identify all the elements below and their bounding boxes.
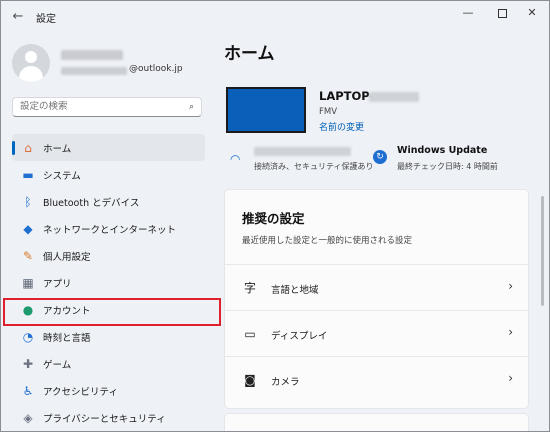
sidebar-item-label: プライバシーとセキュリティ bbox=[43, 414, 166, 425]
recommended-row-camera[interactable]: ◙ カメラ › bbox=[225, 356, 528, 403]
personalization-icon: ✎ bbox=[22, 249, 34, 263]
recommended-row-label: 言語と地域 bbox=[271, 285, 319, 296]
sidebar-item-system[interactable]: ▬ システム bbox=[12, 161, 205, 188]
user-email-redacted bbox=[61, 67, 127, 75]
sidebar-item-personalization[interactable]: ✎ 個人用設定 bbox=[12, 242, 205, 269]
sidebar-item-label: 時刻と言語 bbox=[43, 333, 91, 344]
windows-update-title[interactable]: Windows Update bbox=[397, 145, 487, 156]
recommended-subtitle: 最近使用した設定と一般的に使用される設定 bbox=[242, 236, 413, 246]
avatar[interactable] bbox=[12, 44, 50, 82]
recommended-row-display[interactable]: ▭ ディスプレイ › bbox=[225, 310, 528, 357]
maximize-button[interactable] bbox=[485, 1, 519, 27]
recommended-title: 推奨の設定 bbox=[242, 211, 305, 226]
chevron-right-icon: › bbox=[508, 371, 513, 385]
sidebar-nav: ⌂ ホーム ▬ システム ᛒ Bluetooth とデバイス ◆ ネットワークとインターネット… bbox=[12, 134, 205, 431]
gaming-icon: ✚ bbox=[22, 357, 34, 371]
home-icon: ⌂ bbox=[24, 141, 32, 155]
user-email-suffix: @outlook.jp bbox=[129, 64, 183, 74]
network-name-redacted[interactable] bbox=[254, 147, 351, 156]
chevron-right-icon: › bbox=[508, 325, 513, 339]
title-bar: ← 設定 — ✕ bbox=[1, 1, 549, 33]
sidebar-item-apps[interactable]: ▦ アプリ bbox=[12, 269, 205, 296]
search-input[interactable] bbox=[20, 101, 180, 112]
sidebar-item-label: アクセシビリティ bbox=[43, 387, 118, 398]
windows-update-status: 最終チェック日時: 4 時間前 bbox=[397, 162, 498, 171]
sidebar-item-label: システム bbox=[43, 171, 81, 182]
recommended-row-label: ディスプレイ bbox=[271, 331, 328, 342]
windows-update-icon: ↻ bbox=[373, 150, 387, 164]
sidebar-item-label: ゲーム bbox=[43, 360, 72, 371]
account-highlight-box bbox=[3, 298, 221, 326]
settings-window: ← 設定 — ✕ @outlook.jp ⌕ ⌂ ホーム ▬ システム ᛒ Bluetoo… bbox=[0, 0, 550, 432]
sidebar-item-gaming[interactable]: ✚ ゲーム bbox=[12, 350, 205, 377]
network-status: 接続済み、セキュリティ保護あり bbox=[254, 162, 374, 171]
display-icon: ▭ bbox=[244, 327, 256, 341]
camera-icon: ◙ bbox=[244, 373, 256, 387]
sidebar-item-time-language[interactable]: ◔ 時刻と言語 bbox=[12, 323, 205, 350]
page-title: ホーム bbox=[224, 44, 275, 64]
bluetooth-icon: ᛒ bbox=[24, 195, 32, 209]
scrollbar[interactable] bbox=[541, 196, 544, 306]
device-model: FMV bbox=[319, 107, 338, 117]
accessibility-icon: ♿ bbox=[22, 384, 34, 398]
next-card bbox=[224, 413, 529, 431]
minimize-button[interactable]: — bbox=[451, 1, 485, 27]
avatar-head-shape bbox=[25, 51, 37, 63]
sidebar-item-accessibility[interactable]: ♿ アクセシビリティ bbox=[12, 377, 205, 404]
user-name-redacted bbox=[61, 50, 123, 60]
sidebar-item-shield[interactable]: ◈ プライバシーとセキュリティ bbox=[12, 404, 205, 431]
selected-indicator bbox=[12, 141, 15, 155]
back-button[interactable]: ← bbox=[9, 8, 27, 26]
wifi-icon: ◠ bbox=[230, 152, 241, 166]
sidebar-item-home[interactable]: ⌂ ホーム bbox=[12, 134, 205, 161]
sidebar-item-network[interactable]: ◆ ネットワークとインターネット bbox=[12, 215, 205, 242]
system-icon: ▬ bbox=[22, 168, 34, 182]
language-icon: 字 bbox=[243, 281, 256, 295]
rename-link[interactable]: 名前の変更 bbox=[319, 120, 364, 133]
search-box[interactable]: ⌕ bbox=[12, 97, 202, 117]
sidebar-item-label: ネットワークとインターネット bbox=[43, 225, 177, 236]
avatar-body-shape bbox=[19, 66, 43, 82]
device-name-redacted bbox=[369, 92, 419, 102]
device-name: LAPTOP- bbox=[319, 89, 375, 103]
sidebar-item-label: Bluetooth とデバイス bbox=[43, 198, 140, 209]
recommended-settings-card: 推奨の設定 最近使用した設定と一般的に使用される設定 字 言語と地域 › ▭ ディスプレ… bbox=[224, 189, 529, 409]
network-icon: ◆ bbox=[23, 222, 33, 236]
close-button[interactable]: ✕ bbox=[515, 1, 549, 27]
maximize-icon bbox=[497, 8, 507, 18]
app-title: 設定 bbox=[36, 14, 56, 25]
time-language-icon: ◔ bbox=[22, 330, 34, 344]
sidebar-item-label: 個人用設定 bbox=[43, 252, 91, 263]
sidebar-item-bluetooth[interactable]: ᛒ Bluetooth とデバイス bbox=[12, 188, 205, 215]
recommended-row-language[interactable]: 字 言語と地域 › bbox=[225, 264, 528, 311]
apps-icon: ▦ bbox=[22, 276, 34, 290]
sidebar-item-label: アプリ bbox=[43, 279, 72, 290]
sidebar-item-label: ホーム bbox=[43, 144, 72, 155]
device-image[interactable] bbox=[226, 87, 306, 133]
chevron-right-icon: › bbox=[508, 279, 513, 293]
search-icon[interactable]: ⌕ bbox=[189, 102, 194, 112]
recommended-row-label: カメラ bbox=[271, 377, 300, 388]
shield-icon: ◈ bbox=[23, 411, 33, 425]
